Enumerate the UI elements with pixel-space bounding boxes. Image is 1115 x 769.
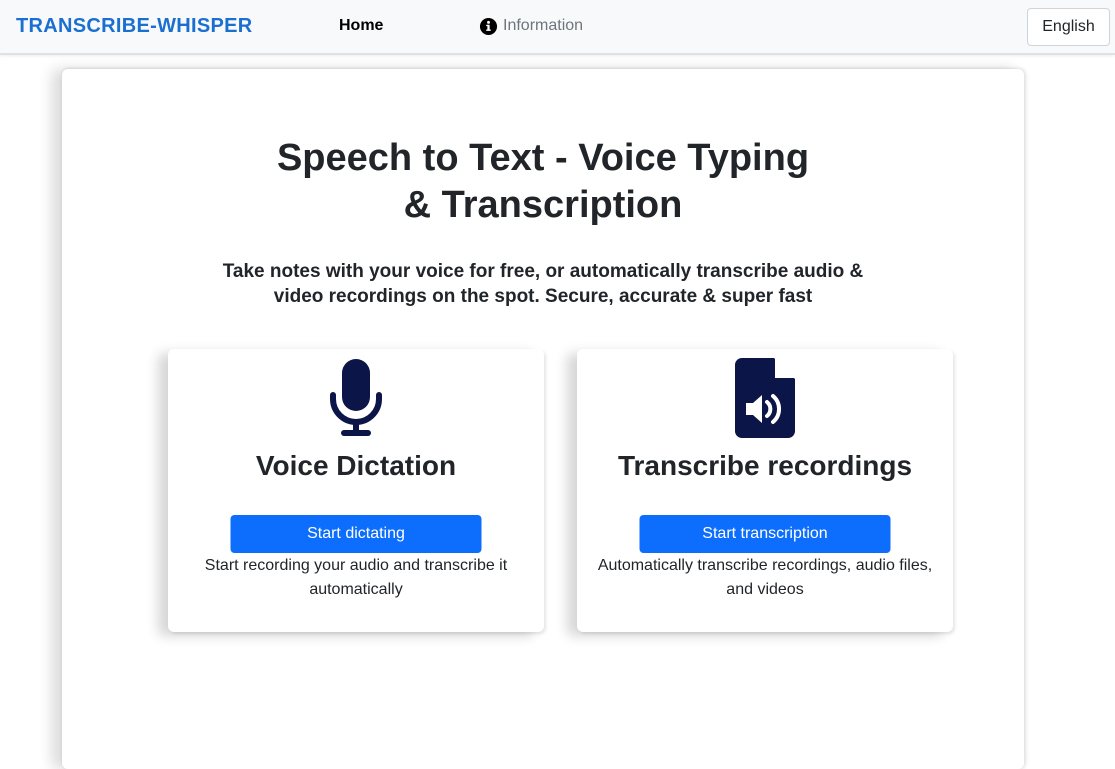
nav-information-label: Information — [503, 17, 584, 34]
start-transcription-button[interactable]: Start transcription — [639, 515, 891, 553]
nav-home-link[interactable]: Home — [339, 17, 383, 35]
brand-logo-link[interactable]: TRANSCRIBE-WHISPER — [16, 15, 253, 38]
main-content-card: Speech to Text - Voice Typing & Transcri… — [62, 69, 1024, 769]
transcribe-recordings-title: Transcribe recordings — [617, 450, 913, 481]
voice-dictation-card: Voice Dictation Start dictating Start re… — [168, 349, 544, 632]
language-selector[interactable]: English — [1027, 8, 1110, 46]
voice-dictation-title: Voice Dictation — [255, 450, 457, 481]
start-dictating-button[interactable]: Start dictating — [230, 515, 482, 553]
page-title: Speech to Text - Voice Typing & Transcri… — [276, 137, 810, 226]
page-subtitle: Take notes with your voice for free, or … — [222, 261, 864, 307]
info-circle-icon — [479, 17, 498, 35]
voice-dictation-description: Start recording your audio and transcrib… — [204, 557, 508, 598]
transcribe-recordings-card: Transcribe recordings Start transcriptio… — [577, 349, 953, 632]
nav-information-link[interactable]: Information — [479, 15, 583, 37]
top-navbar: TRANSCRIBE-WHISPER Home Information Engl… — [0, 0, 1115, 55]
microphone-icon — [330, 359, 382, 436]
transcribe-recordings-description: Automatically transcribe recordings, aud… — [597, 557, 933, 598]
audio-file-icon — [735, 358, 795, 438]
